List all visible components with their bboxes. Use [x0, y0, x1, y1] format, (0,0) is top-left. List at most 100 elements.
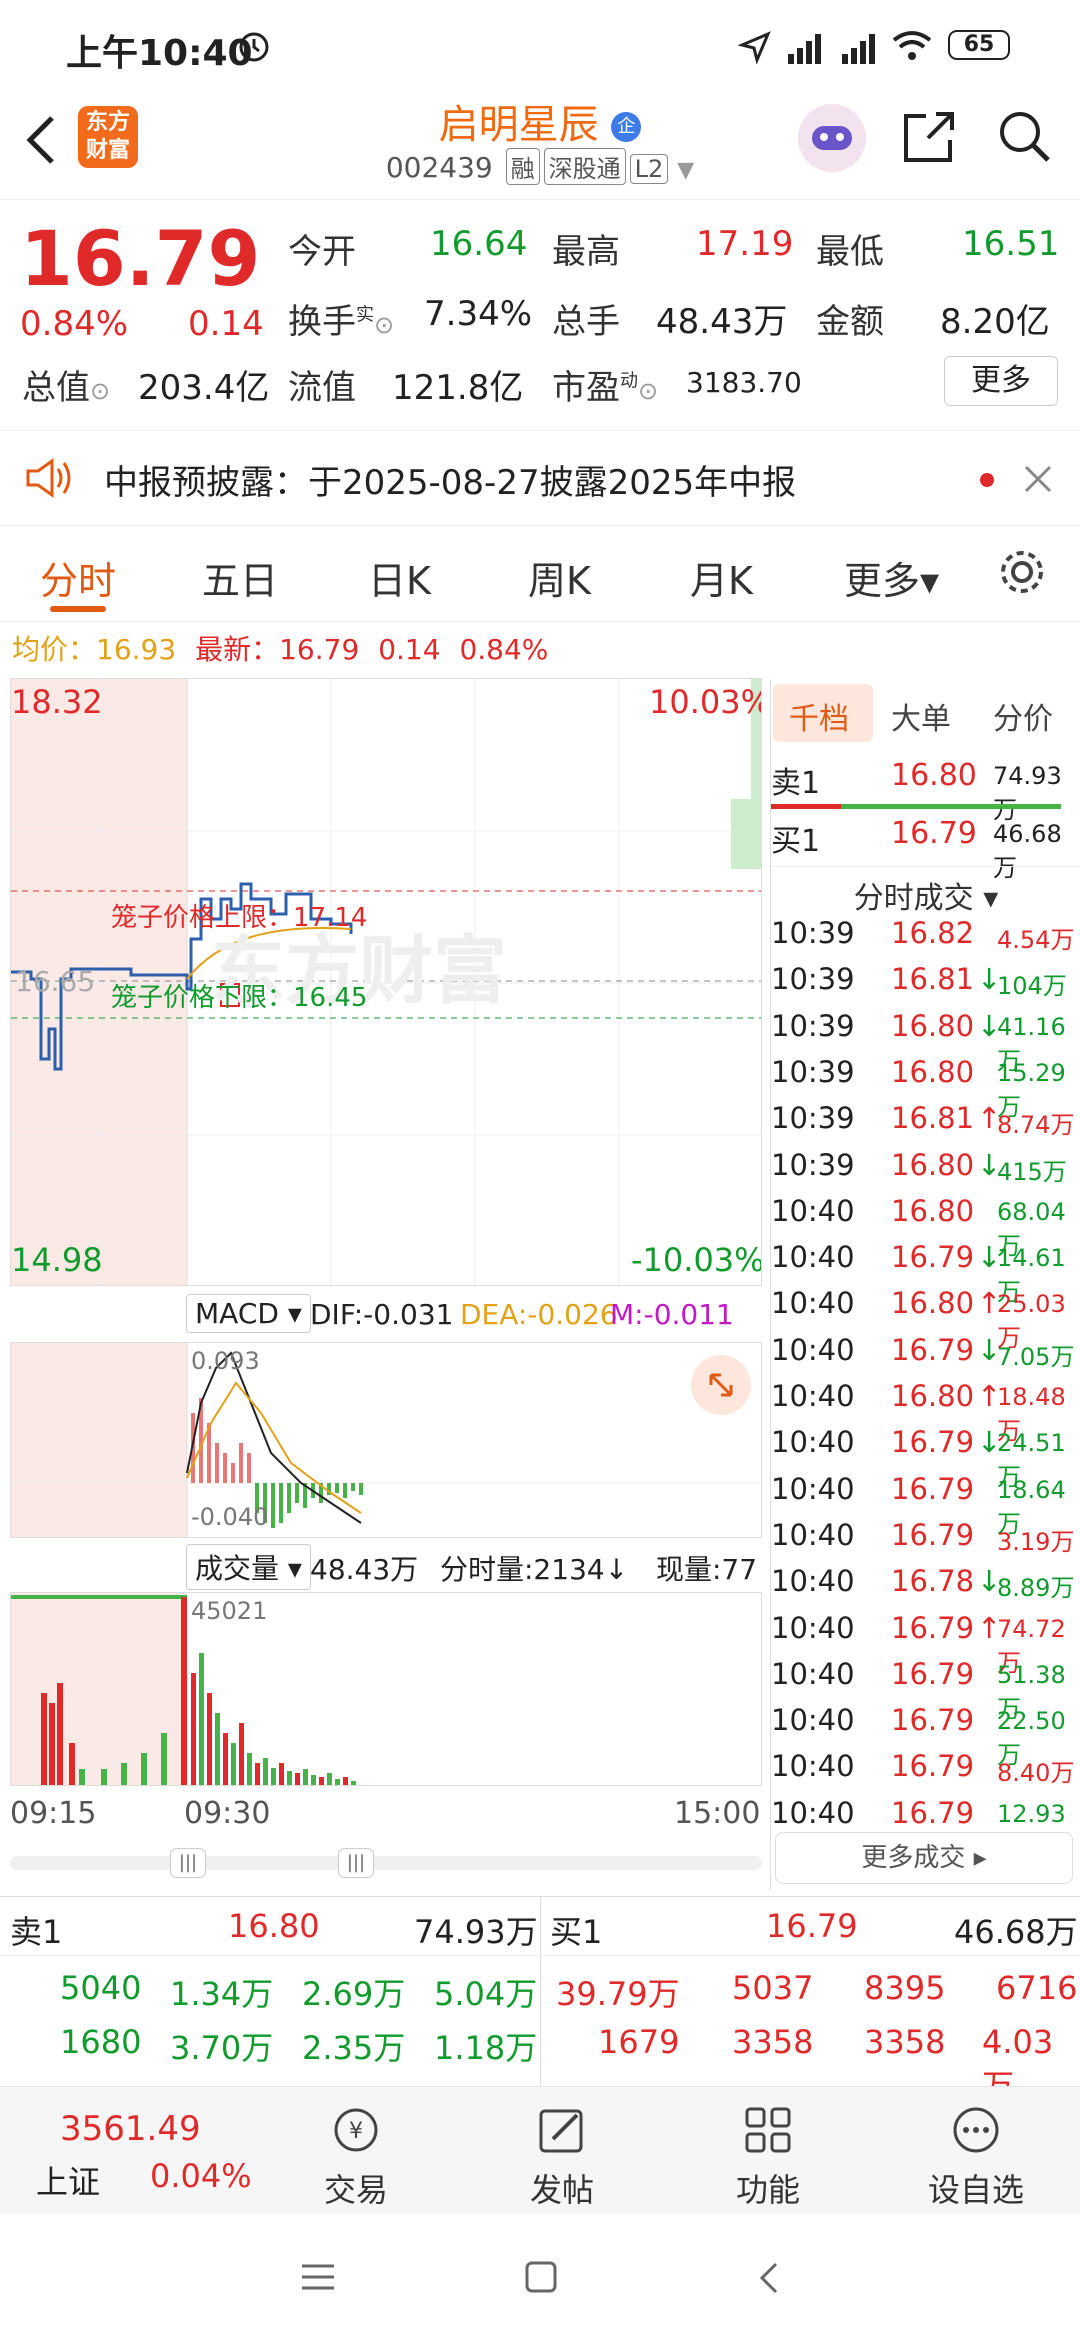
notice-bar[interactable]: 中报预披露：于2025-08-27披露2025年中报	[0, 430, 1080, 526]
lower-limit-label: 笼子价格下限：16.45	[111, 983, 368, 1013]
change-amount: 0.14	[188, 304, 264, 344]
nav-function[interactable]: 功能	[698, 2087, 838, 2215]
axis-mid-price: 16.65	[15, 965, 96, 998]
tick-row: 10:40 16.80 68.04万	[771, 1190, 1080, 1260]
side-tab-depth[interactable]: 千档	[789, 694, 849, 738]
tick-price: 16.82	[891, 916, 975, 950]
tick-time: 10:40	[771, 1795, 855, 1824]
tab-more[interactable]: 更多▾	[844, 550, 939, 605]
range-handle-right[interactable]: |||	[338, 1848, 374, 1878]
range-handle-left[interactable]: |||	[170, 1848, 206, 1878]
macd-chart[interactable]: 0.093 -0.040	[10, 1342, 762, 1538]
index-pct: 0.04%	[150, 2157, 252, 2195]
tick-price: 16.81	[891, 962, 975, 997]
menu-icon[interactable]	[300, 2262, 336, 2292]
tick-time: 10:40	[771, 1610, 855, 1645]
share-icon[interactable]	[900, 108, 958, 166]
amount-value: 8.20亿	[940, 302, 1050, 342]
tick-volume: 104万	[997, 972, 1067, 1001]
location-icon	[738, 31, 771, 64]
tick-time: 10:40	[771, 1703, 855, 1738]
macd-axis-bottom: -0.040	[191, 1503, 269, 1531]
book-sell-cell: 3.70万	[170, 2029, 274, 2067]
book-sell-cell: 1680	[60, 2023, 142, 2061]
change-percent: 0.84%	[20, 304, 129, 344]
tick-time: 10:40	[771, 1425, 855, 1460]
side-sell1-price: 16.80	[891, 758, 977, 793]
bottom-nav: 3561.49 上证 0.04% ¥ 交易 发帖 功能 设自选	[0, 2086, 1080, 2214]
side-tab-large[interactable]: 大单	[891, 694, 951, 738]
book-sell-cell: 1.18万	[434, 2029, 538, 2067]
tick-price: 16.78	[891, 1564, 975, 1599]
book-buy-cell: 1679	[598, 2023, 680, 2061]
tick-row: 10:40 16.79 8.40万	[771, 1745, 1080, 1791]
tick-volume: 8.40万	[997, 1759, 1075, 1788]
close-icon[interactable]	[1020, 461, 1056, 497]
ticks-list: 10:39 16.82 4.54万 10:39 16.81 ↓ 104万 10:39 16.80…	[771, 912, 1080, 1824]
time-open: 09:30	[184, 1796, 271, 1831]
tick-time: 10:39	[771, 916, 855, 950]
edit-icon	[539, 2109, 583, 2153]
back-icon[interactable]	[756, 2260, 780, 2296]
book-buy1-vol: 46.68万	[954, 1913, 1078, 1951]
tab-intraday[interactable]: 分时	[40, 550, 116, 605]
tick-volume: 3.19万	[997, 1527, 1075, 1556]
alarm-icon	[239, 32, 269, 62]
volume-axis-max: 45021	[191, 1597, 268, 1625]
turnover-value: 7.34%	[424, 294, 533, 334]
book-sell1-vol: 74.93万	[414, 1913, 538, 1951]
tick-time: 10:40	[771, 1656, 855, 1691]
home-icon[interactable]	[524, 2260, 558, 2294]
volume-selector[interactable]: 成交量 ▾	[186, 1544, 311, 1590]
intraday-price-chart[interactable]: 东方财富 18.32 10.03% 14.98 -10.03% 16.65 笼子…	[10, 678, 762, 1286]
macd-dif: DIF:-0.031	[310, 1298, 454, 1331]
tick-row: 10:40 16.79 51.38万	[771, 1653, 1080, 1723]
more-dots-icon	[953, 2107, 999, 2153]
more-button[interactable]: 更多	[944, 356, 1058, 406]
tab-daily-k[interactable]: 日K	[368, 550, 431, 605]
tick-price: 16.79	[891, 1332, 975, 1367]
gear-icon[interactable]	[996, 546, 1048, 598]
volume-chart[interactable]: 45021	[10, 1592, 762, 1786]
nav-trade[interactable]: ¥ 交易	[286, 2087, 426, 2215]
tick-time: 10:39	[771, 1008, 855, 1043]
expand-icon[interactable]	[691, 1355, 751, 1415]
battery-icon: 65	[948, 30, 1010, 60]
tab-monthly-k[interactable]: 月K	[690, 550, 753, 605]
tab-five-day[interactable]: 五日	[202, 550, 278, 605]
volume-now: 现量:77	[656, 1553, 758, 1586]
nav-post[interactable]: 发帖	[492, 2087, 632, 2215]
pe-label: 市盈动⊙	[552, 368, 659, 408]
tab-weekly-k[interactable]: 周K	[528, 550, 591, 605]
search-icon[interactable]	[996, 108, 1054, 166]
ticks-title[interactable]: 分时成交 ▾	[771, 866, 1080, 917]
book-buy1-label: 买1	[550, 1913, 603, 1951]
side-best-quotes: 卖1 16.80 74.93万 买1 16.79 46.68万	[771, 752, 1080, 882]
tick-row: 10:39 16.82 4.54万	[771, 912, 1080, 958]
stock-header: 东方 财富 启明星辰 企 002439 融深股通 L2 ▼	[0, 90, 1080, 200]
side-tab-price[interactable]: 分价	[993, 694, 1053, 738]
stock-code: 002439	[385, 151, 493, 184]
latest-price: 16.79	[279, 633, 360, 666]
assistant-avatar[interactable]	[798, 104, 866, 172]
more-ticks-button[interactable]: 更多成交 ▸	[775, 1832, 1073, 1884]
side-buy1-label: 买1	[771, 824, 821, 859]
wifi-icon	[892, 31, 932, 60]
tick-price: 16.79	[891, 1471, 975, 1506]
index-ticker[interactable]: 3561.49 上证 0.04%	[0, 2087, 280, 2215]
tag-connect: 深股通	[543, 148, 626, 185]
nav-add-watchlist[interactable]: 设自选	[906, 2087, 1046, 2215]
tick-row: 10:40 16.79 3.19万	[771, 1514, 1080, 1560]
tick-price: 16.80	[891, 1008, 975, 1043]
turnover-label: 换手实⊙	[288, 302, 395, 342]
signal-icon-2	[842, 34, 875, 64]
pe-value: 3183.70	[686, 366, 802, 399]
grid-icon	[745, 2107, 791, 2153]
volume-svg	[11, 1595, 356, 1785]
book-buy-cell: 8395	[864, 1969, 946, 2007]
tick-row: 10:40 16.79 18.64万	[771, 1468, 1080, 1538]
macd-selector[interactable]: MACD ▾	[186, 1294, 311, 1333]
book-divider	[540, 1897, 541, 2087]
range-slider-track[interactable]	[10, 1856, 762, 1870]
system-nav-bar	[0, 2214, 1080, 2340]
